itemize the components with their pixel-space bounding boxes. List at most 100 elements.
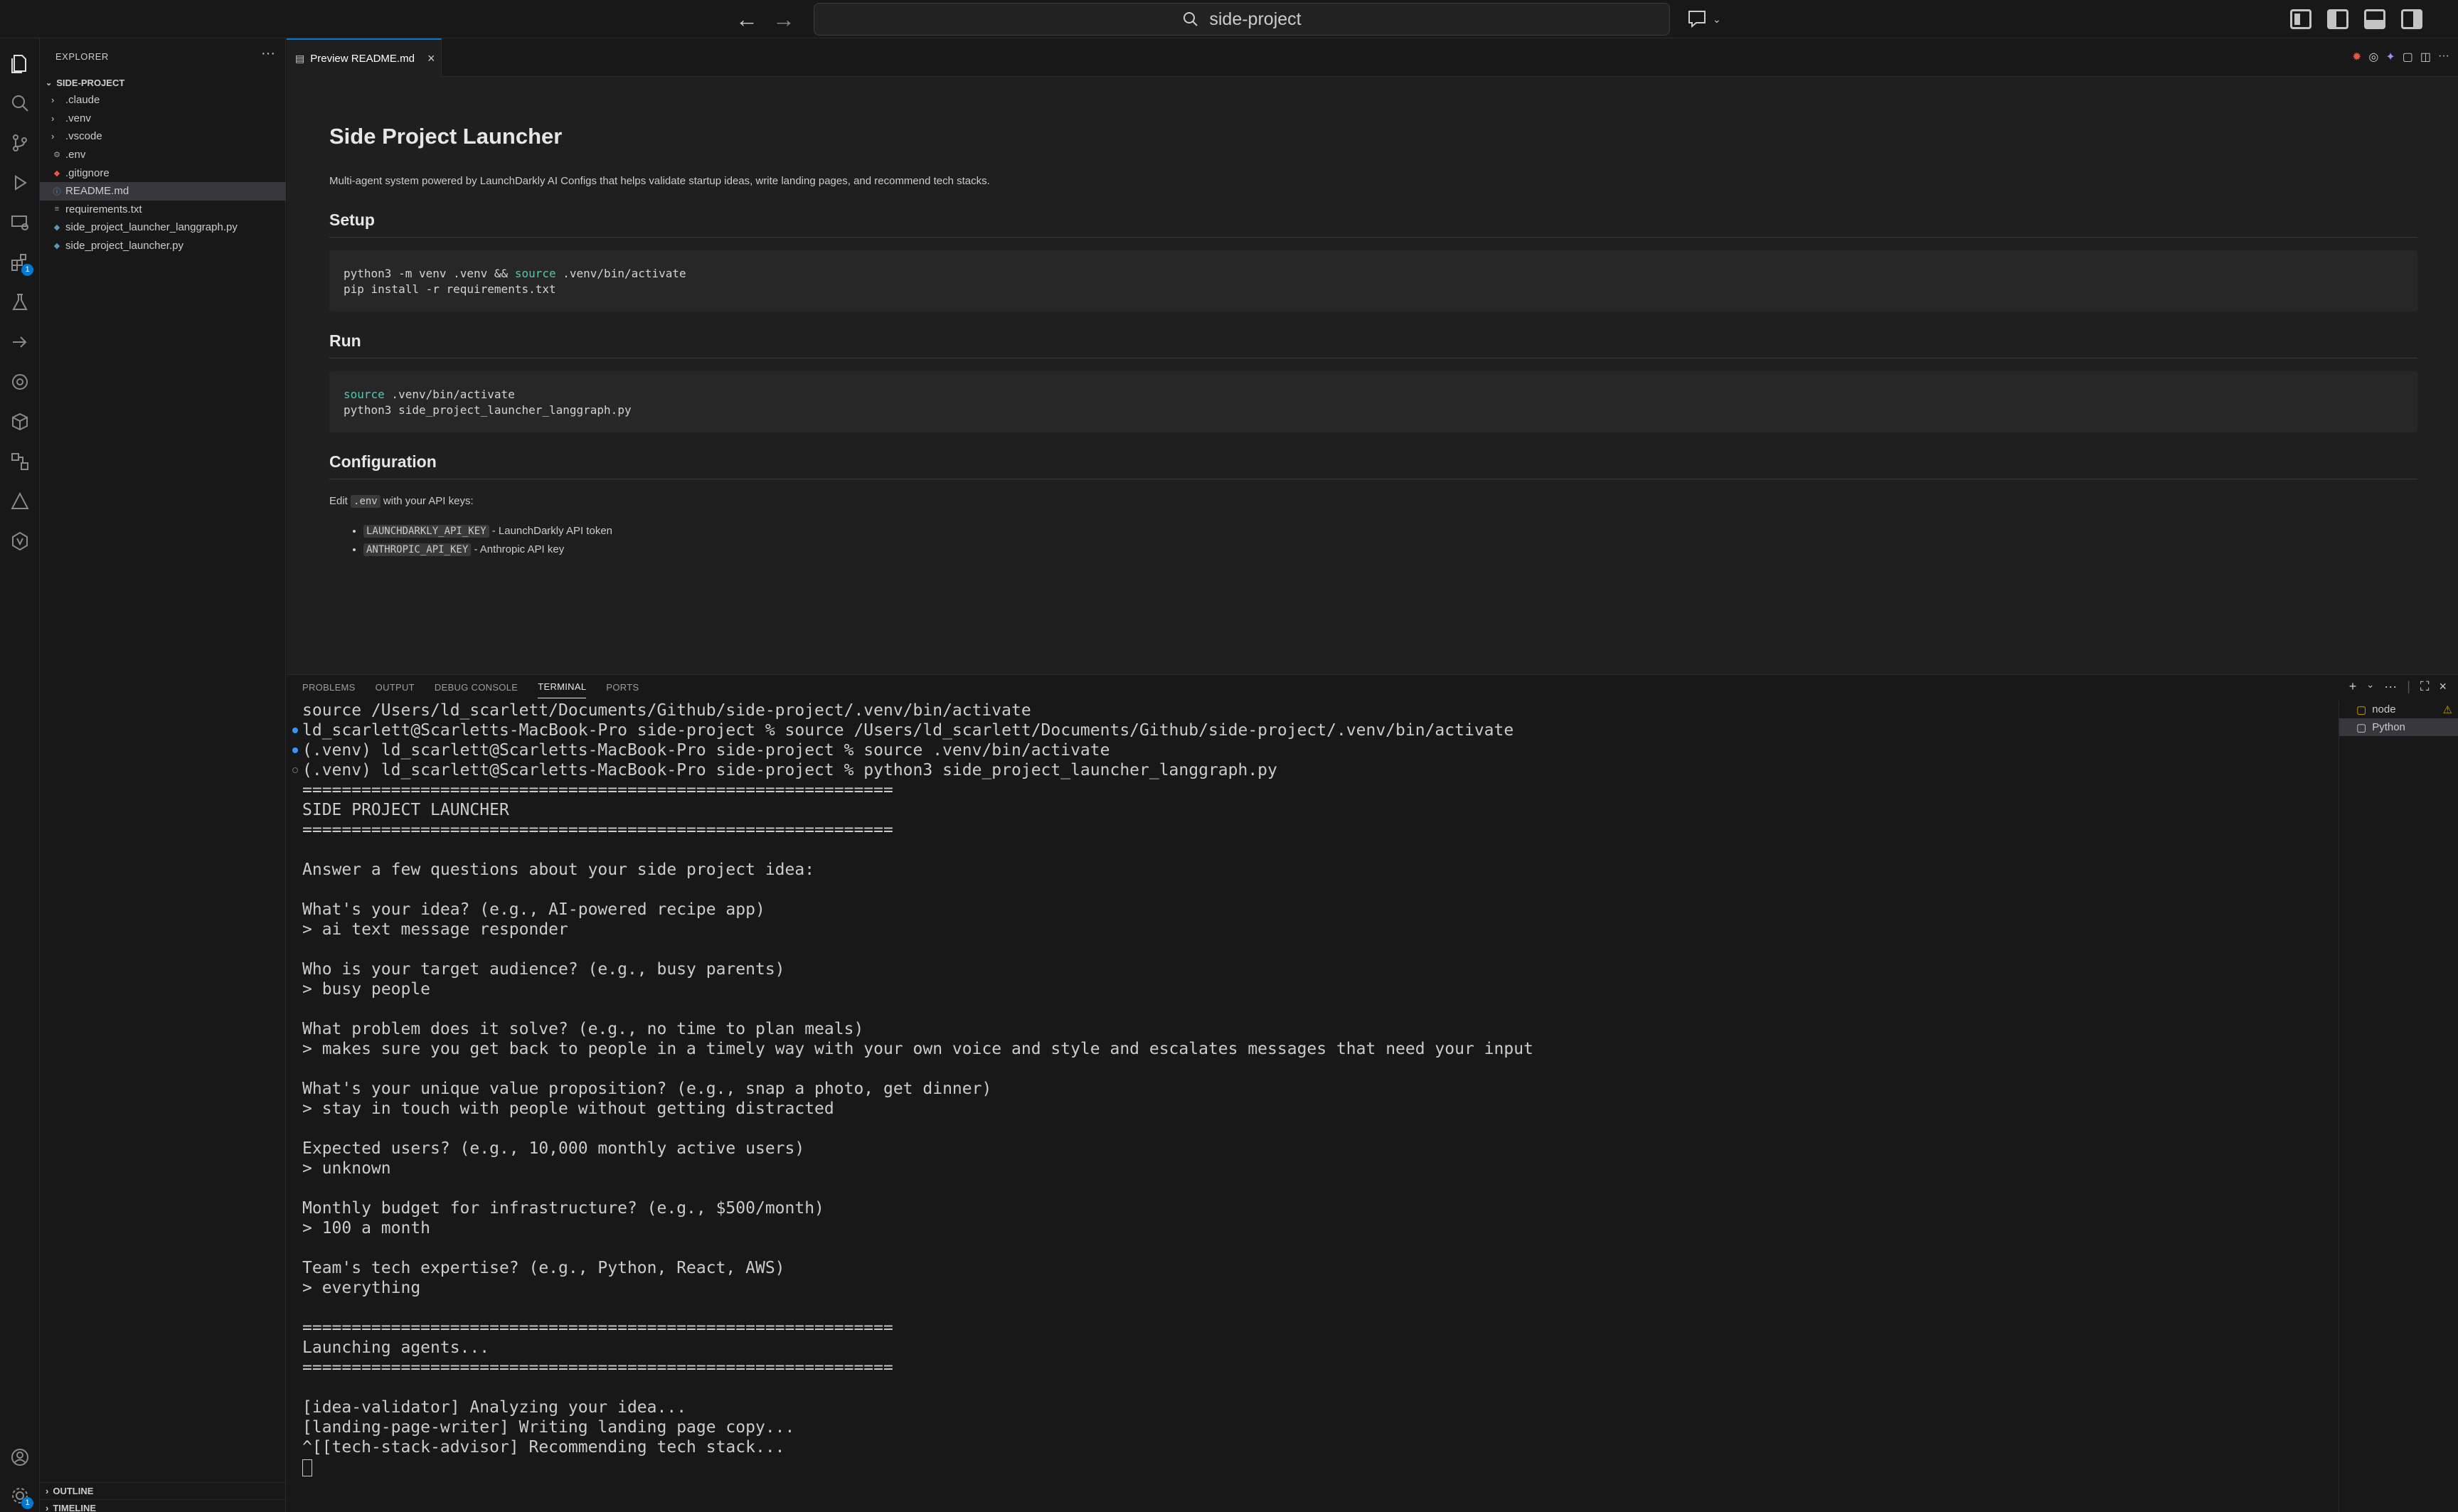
customize-layout-icon[interactable]: [2290, 9, 2311, 29]
panel-actions: + ⌄ ··· | ⛶ ×: [2349, 679, 2447, 694]
tree-item-claude[interactable]: › .claude: [40, 91, 286, 110]
tab-problems[interactable]: PROBLEMS: [302, 676, 356, 698]
open-source-icon[interactable]: ▢: [2403, 50, 2413, 64]
terminal-line-text: Monthly budget for infrastructure? (e.g.…: [302, 1199, 824, 1218]
remote-explorer-icon[interactable]: [6, 209, 33, 236]
explorer-icon[interactable]: [6, 50, 33, 77]
command-center-search[interactable]: side-project: [814, 3, 1670, 36]
terminal-line-text: [idea-validator] Analyzing your idea...: [302, 1398, 687, 1417]
terminal-line-text: ========================================…: [302, 821, 893, 839]
chevron-down-icon[interactable]: ⌄: [2366, 679, 2374, 694]
workflow-icon[interactable]: [6, 448, 33, 475]
setup-heading: Setup: [329, 211, 2417, 238]
arrow-right-icon[interactable]: [6, 329, 33, 356]
manage-gear-icon[interactable]: 1: [6, 1482, 33, 1509]
terminal-line-text: > unknown: [302, 1159, 391, 1178]
ai-assistant-icon[interactable]: [6, 368, 33, 395]
accounts-icon[interactable]: [6, 1444, 33, 1471]
run-debug-icon[interactable]: [6, 169, 33, 196]
chevron-down-icon: ⌄: [1713, 13, 1721, 25]
extensions-icon[interactable]: 1: [6, 249, 33, 276]
text-file-icon: ≡: [54, 205, 60, 214]
tab-debug-console[interactable]: DEBUG CONSOLE: [435, 676, 518, 698]
back-arrow-icon[interactable]: ←: [733, 6, 761, 33]
triangle-icon[interactable]: [6, 488, 33, 515]
terminal-line-text: source /Users/ld_scarlett/Documents/Gith…: [302, 701, 1031, 720]
bottom-panel: PROBLEMS OUTPUT DEBUG CONSOLE TERMINAL P…: [287, 674, 2458, 1512]
explorer-header: EXPLORER: [55, 51, 109, 62]
panel-tabs: PROBLEMS OUTPUT DEBUG CONSOLE TERMINAL P…: [302, 675, 639, 699]
copilot-icon[interactable]: ✦: [2385, 50, 2395, 64]
toggle-secondary-sidebar-icon[interactable]: [2401, 9, 2422, 29]
terminal-line-text: ^[[tech-stack-advisor] Recommending tech…: [302, 1438, 785, 1457]
file-tree: › .claude › .venv › .vscode ⚙ .env ◆ .gi…: [40, 91, 286, 255]
tree-item-venv[interactable]: › .venv: [40, 110, 286, 128]
source-control-icon[interactable]: [6, 129, 33, 156]
tab-terminal[interactable]: TERMINAL: [538, 676, 587, 698]
containers-icon[interactable]: [6, 408, 33, 435]
more-actions-icon[interactable]: ···: [2438, 50, 2449, 64]
tree-item-launcher-langgraph[interactable]: ◆ side_project_launcher_langgraph.py: [40, 218, 286, 237]
command-decoration-icon[interactable]: [292, 747, 298, 753]
terminal-line-text: Answer a few questions about your side p…: [302, 861, 815, 879]
search-icon[interactable]: [6, 90, 33, 117]
terminal-line: source /Users/ld_scarlett/Documents/Gith…: [302, 701, 2329, 720]
run-heading: Run: [329, 331, 2417, 358]
timeline-section[interactable]: › TIMELINE: [40, 1499, 286, 1512]
tree-item-env[interactable]: ⚙ .env: [40, 146, 286, 164]
close-icon[interactable]: ×: [427, 51, 435, 66]
toggle-panel-icon[interactable]: [2364, 9, 2385, 29]
terminal-cursor: [302, 1459, 312, 1476]
copilot-chat-menu[interactable]: ⌄: [1687, 6, 1721, 33]
more-actions-icon[interactable]: ···: [261, 46, 275, 62]
tree-item-vscode[interactable]: › .vscode: [40, 127, 286, 146]
terminal-output[interactable]: source /Users/ld_scarlett/Documents/Gith…: [292, 701, 2329, 1477]
command-decoration-icon[interactable]: [292, 728, 298, 733]
tab-preview-readme[interactable]: ▤ Preview README.md ×: [287, 38, 442, 77]
terminal-line: Answer a few questions about your side p…: [302, 860, 2329, 880]
testing-icon[interactable]: [6, 289, 33, 316]
settings-icon[interactable]: ◎: [2368, 50, 2378, 64]
chevron-right-icon: ›: [46, 1503, 49, 1512]
terminal-line-text: > busy people: [302, 980, 431, 999]
close-icon[interactable]: ×: [2439, 679, 2447, 694]
configuration-heading: Configuration: [329, 452, 2417, 479]
terminal-item-node[interactable]: ▢ node ⚠: [2339, 701, 2458, 718]
maximize-panel-icon[interactable]: ⛶: [2420, 679, 2430, 694]
terminal-line: ^[[tech-stack-advisor] Recommending tech…: [302, 1437, 2329, 1457]
tab-output[interactable]: OUTPUT: [376, 676, 415, 698]
hexagon-icon[interactable]: [6, 528, 33, 555]
divider: |: [2407, 679, 2410, 693]
chevron-down-icon: ⌄: [46, 78, 53, 87]
workspace-folder-label: SIDE-PROJECT: [56, 77, 125, 88]
editor-actions: ✹ ◎ ✦ ▢ ◫ ···: [2352, 50, 2449, 64]
workspace-folder-header[interactable]: ⌄ SIDE-PROJECT: [40, 74, 286, 91]
editor-tab-bar: ▤ Preview README.md × ✹ ◎ ✦ ▢ ◫ ···: [287, 38, 2458, 77]
tab-ports[interactable]: PORTS: [606, 676, 639, 698]
tree-item-gitignore[interactable]: ◆ .gitignore: [40, 164, 286, 182]
terminal-item-python[interactable]: ▢ Python: [2339, 718, 2458, 736]
forward-arrow-icon[interactable]: →: [770, 6, 798, 33]
split-editor-icon[interactable]: ◫: [2420, 50, 2431, 64]
more-actions-icon[interactable]: ···: [2384, 679, 2397, 694]
bug-icon[interactable]: ✹: [2352, 50, 2361, 64]
new-terminal-icon[interactable]: +: [2349, 679, 2357, 694]
tree-item-launcher[interactable]: ◆ side_project_launcher.py: [40, 237, 286, 255]
tree-item-readme[interactable]: ⓘ README.md: [40, 181, 286, 201]
terminal-line-text: What problem does it solve? (e.g., no ti…: [302, 1020, 864, 1038]
terminal-line: ========================================…: [302, 780, 2329, 800]
outline-section[interactable]: › OUTLINE: [40, 1482, 286, 1499]
terminal-line-text: Team's tech expertise? (e.g., Python, Re…: [302, 1259, 785, 1277]
terminal-line: [landing-page-writer] Writing landing pa…: [302, 1417, 2329, 1437]
terminal-prompt-line[interactable]: [302, 1457, 2329, 1477]
toggle-primary-sidebar-icon[interactable]: [2327, 9, 2348, 29]
terminal-line-text: > makes sure you get back to people in a…: [302, 1040, 1533, 1058]
command-decoration-icon[interactable]: [292, 767, 298, 773]
warning-icon: ⚠: [2442, 703, 2452, 716]
terminal-line-text: ld_scarlett@Scarletts-MacBook-Pro side-p…: [302, 721, 1514, 740]
tree-item-requirements[interactable]: ≡ requirements.txt: [40, 201, 286, 219]
chevron-right-icon: ›: [51, 95, 55, 106]
